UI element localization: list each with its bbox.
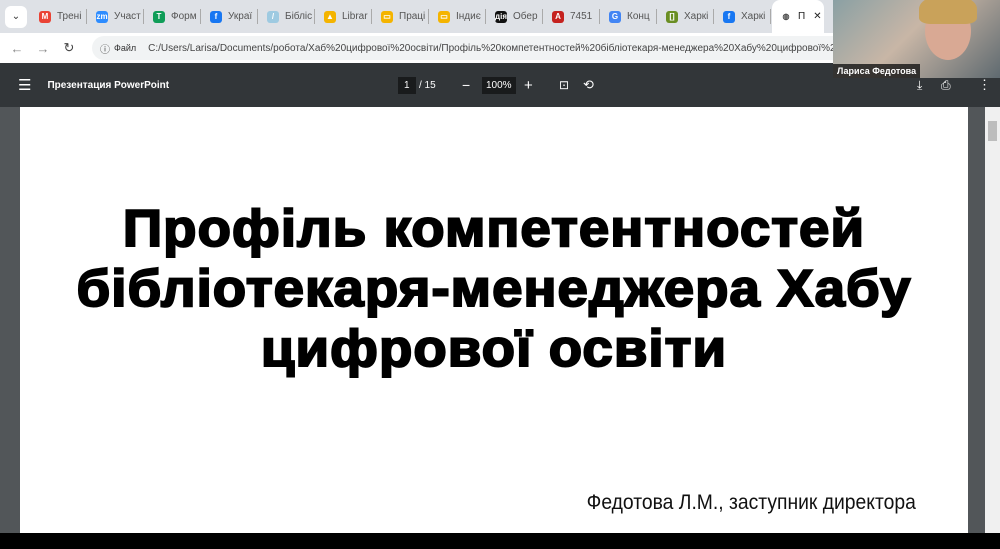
tab-label: Конц — [627, 11, 650, 22]
tab[interactable]: G Конц — [601, 0, 658, 33]
tab[interactable]: T Форм — [145, 0, 202, 33]
zoom-in-button[interactable]: + — [524, 77, 533, 94]
facebook-icon: f — [210, 10, 222, 23]
pdf-viewer: Профіль компетентностей бібліотекаря-мен… — [0, 107, 1000, 533]
slides-icon: ▭ — [438, 10, 450, 23]
diia-icon: дія — [495, 10, 507, 23]
page-input[interactable]: 1 — [398, 76, 416, 94]
file-label: Файл — [114, 43, 137, 53]
tab[interactable]: / Бібліс — [259, 0, 316, 33]
slide-title: Профіль компетентностей бібліотекаря-мен… — [75, 199, 912, 379]
tab[interactable]: [] Харкі — [658, 0, 715, 33]
pdf-page: Профіль компетентностей бібліотекаря-мен… — [20, 107, 968, 533]
tab-label: Форм — [171, 11, 197, 22]
pen-icon: / — [267, 10, 279, 23]
tab-label: Бібліс — [285, 11, 313, 22]
tab-label: Украї — [228, 11, 253, 22]
more-icon[interactable]: ⋮ — [978, 77, 991, 93]
tab-active[interactable]: ◍ П ✕ — [772, 0, 824, 33]
pdf-icon: A — [552, 10, 564, 23]
tab-search-button[interactable]: ⌄ — [5, 5, 27, 28]
webcam-overlay: Лариса Федотова — [833, 0, 1000, 78]
zoom-out-button[interactable]: − — [462, 77, 470, 93]
tab-label: Обер — [513, 11, 538, 22]
tab-label: Librar — [342, 11, 368, 22]
tab[interactable]: дія Обер — [487, 0, 544, 33]
tab[interactable]: A 7451 — [544, 0, 601, 33]
forward-button[interactable]: → — [30, 41, 56, 56]
slides-icon: ▭ — [381, 10, 393, 23]
scrollbar[interactable] — [985, 107, 1000, 533]
tab-label: Тренi — [57, 11, 82, 22]
reload-button[interactable]: ↻ — [56, 40, 82, 56]
rotate-icon[interactable]: ⟲ — [583, 77, 594, 93]
participant-name: Лариса Федотова — [833, 64, 921, 78]
tab[interactable]: ▭ Праці — [373, 0, 430, 33]
tab[interactable]: ▲ Librar — [316, 0, 373, 33]
facebook-icon: f — [723, 10, 735, 23]
bracket-icon: [] — [666, 10, 678, 23]
slide-author: Федотова Л.М., заступник директора — [586, 491, 916, 514]
download-icon[interactable]: ⤓ — [917, 78, 922, 93]
tab[interactable]: M Тренi — [31, 0, 88, 33]
close-icon[interactable]: ✕ — [813, 11, 821, 22]
tab-label: Участ — [114, 11, 141, 22]
tab[interactable]: ▭ Індиє — [430, 0, 487, 33]
scrollbar-thumb[interactable] — [988, 121, 997, 141]
zoom-icon: zm — [96, 10, 108, 23]
zoom-input[interactable]: 100% — [482, 76, 516, 94]
tab-label: Індиє — [456, 11, 481, 22]
participant-hair — [919, 0, 977, 24]
tab[interactable]: f Харкі — [715, 0, 772, 33]
document-title: Презентация PowerPoint — [47, 79, 170, 91]
page-total: / 15 — [419, 79, 436, 91]
tab-label: Праці — [399, 11, 426, 22]
gmail-icon: M — [39, 10, 51, 23]
sheets-icon: T — [153, 10, 165, 23]
info-icon[interactable]: ⓘ — [100, 41, 110, 56]
globe-icon: ◍ — [782, 12, 790, 21]
tab-label: П — [798, 11, 806, 22]
print-icon[interactable]: ⎙ — [941, 78, 951, 93]
tab[interactable]: f Украї — [202, 0, 259, 33]
menu-icon[interactable]: ☰ — [18, 76, 31, 94]
back-button[interactable]: ← — [4, 41, 30, 56]
drive-icon: ▲ — [324, 10, 336, 23]
tab-label: 7451 — [570, 11, 593, 22]
fit-page-icon[interactable]: ⊡ — [559, 78, 569, 92]
google-icon: G — [609, 10, 621, 23]
url-text: C:/Users/Larisa/Documents/робота/Хаб%20ц… — [148, 42, 887, 54]
tab-label: Харкі — [741, 11, 766, 22]
tab-label: Харкі — [684, 11, 709, 22]
tab[interactable]: zm Участ — [88, 0, 145, 33]
